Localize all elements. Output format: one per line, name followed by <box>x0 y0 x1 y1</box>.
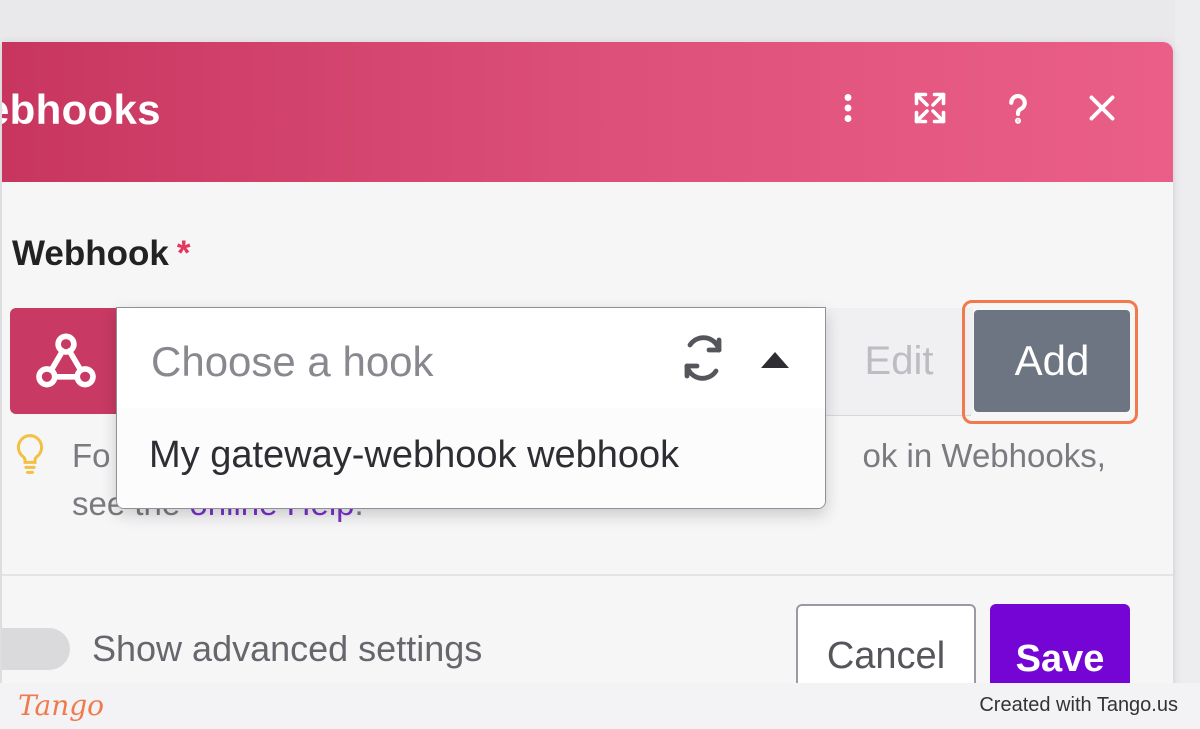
help-text-start: Fo <box>72 437 111 474</box>
dialog-header: ebhooks <box>2 42 1173 182</box>
hook-options-list: My gateway-webhook webhook <box>117 408 825 508</box>
tango-footer: Tango Created with Tango.us <box>0 683 1200 729</box>
expand-icon[interactable] <box>910 88 950 128</box>
webhook-label-text: Webhook <box>12 234 169 273</box>
help-text-end: ok in Webhooks, <box>862 437 1106 474</box>
advanced-settings-toggle[interactable] <box>2 628 70 670</box>
tango-logo: Tango <box>18 689 105 722</box>
webhook-field-label: Webhook * <box>12 234 190 274</box>
webhook-app-tile <box>10 308 122 414</box>
advanced-settings-label: Show advanced settings <box>92 628 483 669</box>
backdrop <box>1175 0 1200 683</box>
help-icon[interactable] <box>998 88 1038 128</box>
required-marker: * <box>176 234 191 273</box>
footer-divider <box>2 574 1173 576</box>
hook-option[interactable]: My gateway-webhook webhook <box>117 408 825 508</box>
close-icon[interactable] <box>1082 88 1122 128</box>
refresh-icon[interactable] <box>679 334 727 382</box>
more-vertical-icon[interactable] <box>828 88 868 128</box>
hook-select-placeholder: Choose a hook <box>151 338 434 385</box>
add-button[interactable]: Add <box>974 310 1130 412</box>
caret-up-icon[interactable] <box>755 346 795 372</box>
hook-select-input[interactable]: Choose a hook <box>117 308 825 408</box>
hook-dropdown: Choose a hook My gateway-webhook webhook <box>116 307 826 509</box>
lightbulb-icon <box>16 434 44 474</box>
edit-button[interactable]: Edit <box>825 308 973 414</box>
hook-option-label: My gateway-webhook webhook <box>149 434 680 476</box>
webhook-icon <box>36 333 96 388</box>
dialog-title: ebhooks <box>2 86 161 133</box>
tango-credit: Created with Tango.us <box>979 694 1178 716</box>
